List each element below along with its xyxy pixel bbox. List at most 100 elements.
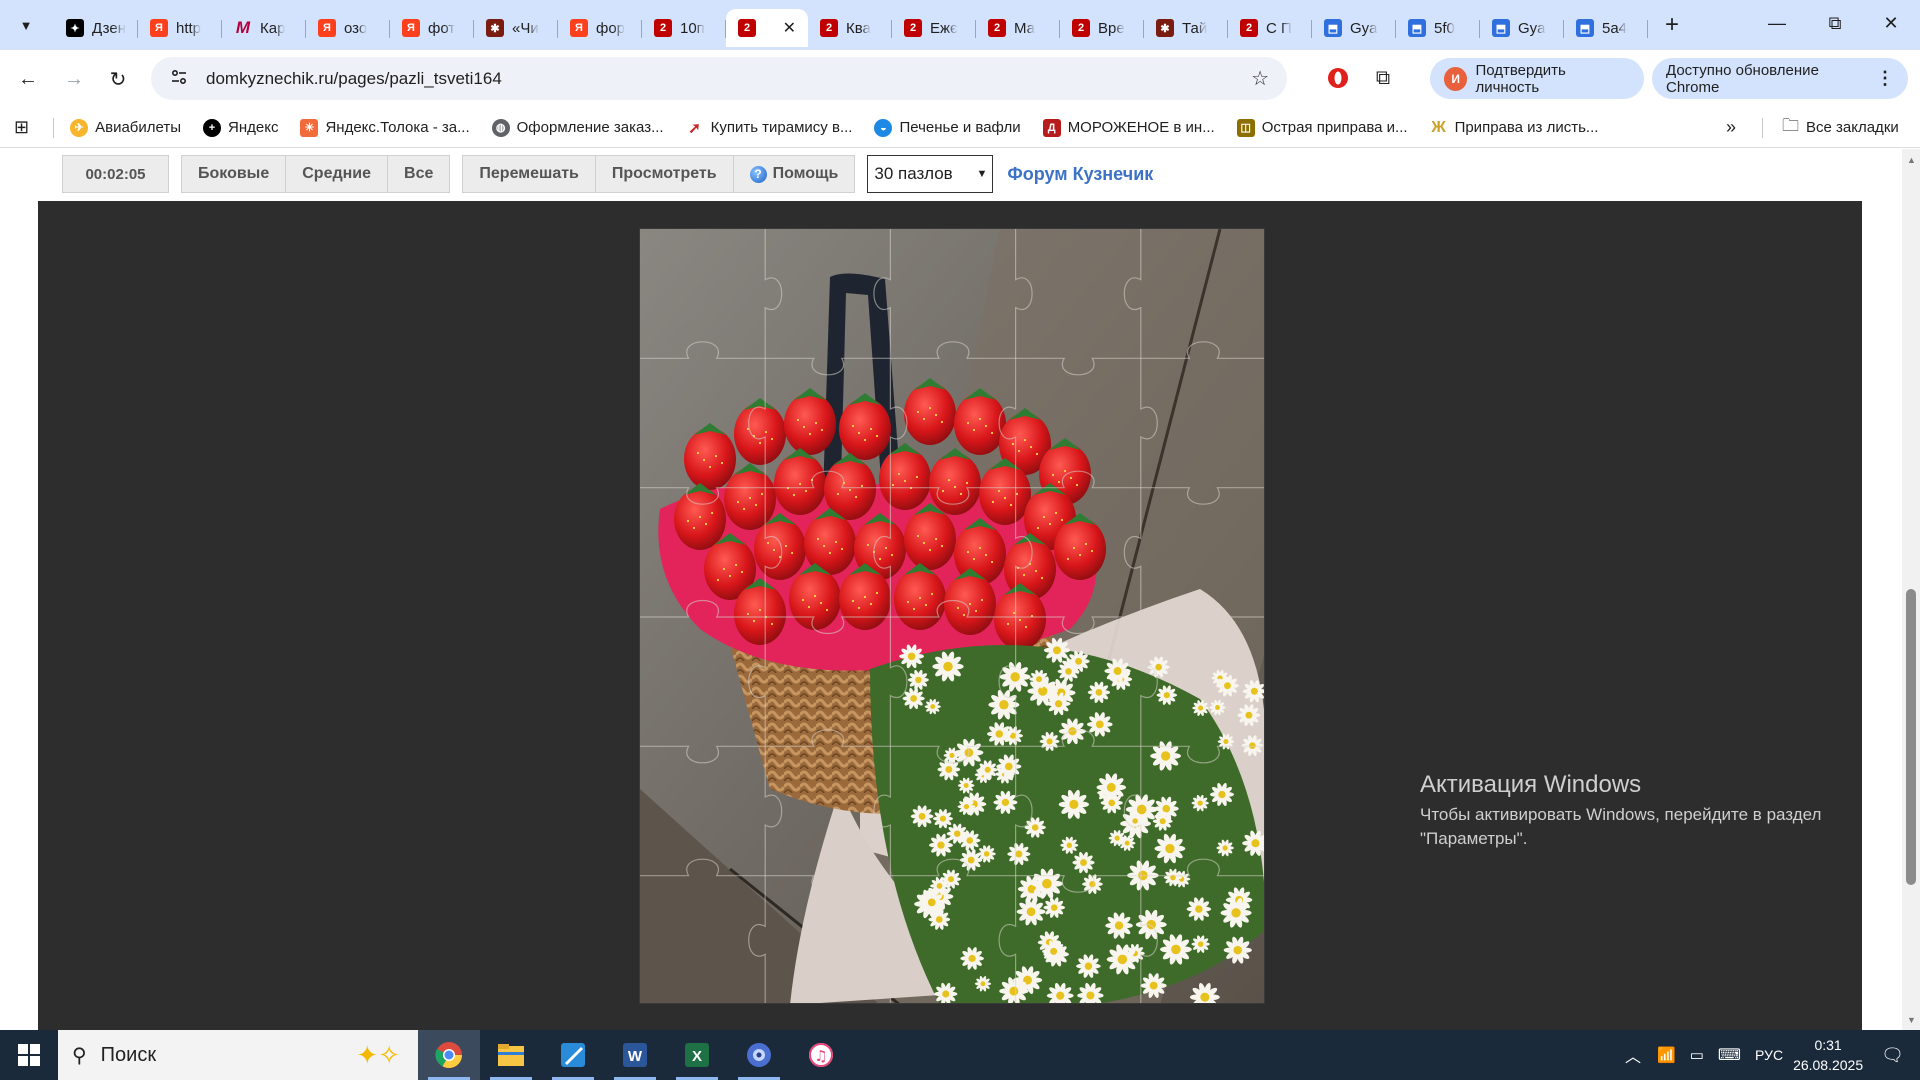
tab-title: http [176,19,202,37]
keyboard-icon[interactable]: ⌨ [1718,1045,1741,1065]
start-button[interactable] [0,1030,58,1080]
network-icon[interactable]: 📶 [1657,1046,1676,1064]
forum-link[interactable]: Форум Кузнечик [1007,164,1153,185]
kebab-menu-icon[interactable]: ⋮ [1876,68,1894,89]
close-tab-icon[interactable]: ✕ [783,18,796,38]
arrow-right-icon: → [64,67,84,90]
tab[interactable]: ⬒ 5a4 [1564,9,1648,47]
bookmark-item[interactable]: ◍ Оформление заказ... [491,118,664,137]
tab[interactable]: ✱ «Чи [474,9,558,47]
tab-search-button[interactable]: ▼ [8,7,44,43]
tab[interactable]: ✱ Тай [1144,9,1228,47]
folder-icon: 🗀 [1782,116,1799,135]
file-explorer-taskbar-icon[interactable] [480,1030,542,1080]
site-settings-icon[interactable] [159,68,199,90]
toloka-icon: ✳ [300,118,319,137]
tab[interactable]: ⬒ 5f0 [1396,9,1480,47]
excel-taskbar-icon[interactable]: X [666,1030,728,1080]
bookmark-item[interactable]: Д МОРОЖЕНОЕ в ин... [1042,118,1215,137]
tab-active[interactable]: 2 ✕ [726,9,808,47]
help-button[interactable]: ? Помощь [733,155,856,193]
tab[interactable]: M Кар [222,9,306,47]
forward-button[interactable]: → [56,61,92,97]
doc-icon: ⬒ [1576,19,1594,37]
minimize-icon: — [1768,12,1786,33]
reload-button[interactable]: ↻ [100,61,136,97]
bookmark-item[interactable]: + Яндекс [203,118,278,137]
middle-pieces-button[interactable]: Средние [286,155,389,193]
chrome-update-button[interactable]: Доступно обновление Chrome ⋮ [1652,58,1908,99]
tab[interactable]: 2 Ма [976,9,1060,47]
profile-button[interactable]: И Подтвердить личность [1430,58,1644,99]
opera-extension-icon[interactable] [1325,65,1351,91]
address-bar[interactable]: domkyznechik.ru/pages/pazli_tsveti164 ☆ [151,57,1287,100]
svg-text:♫: ♫ [814,1047,827,1065]
site2-icon: 2 [904,19,922,37]
tab[interactable]: 2 Ежє [892,9,976,47]
bookmark-star-icon[interactable]: ☆ [1251,66,1269,91]
tab[interactable]: Я озо [306,9,390,47]
show-hidden-icons-icon[interactable]: ︿ [1625,1043,1641,1067]
chrome-taskbar-icon[interactable] [418,1030,480,1080]
all-bookmarks-button[interactable]: 🗀 Все закладки [1782,113,1899,142]
side-pieces-button[interactable]: Боковые [181,155,287,193]
tab[interactable]: ⬒ Gya [1480,9,1564,47]
language-indicator[interactable]: РУС [1755,1047,1783,1063]
piece-count-select[interactable]: 30 пазлов ▼ [867,155,994,193]
doc-icon: ⬒ [1492,19,1510,37]
media-app-taskbar-icon[interactable] [728,1030,790,1080]
tab[interactable]: 2 С П [1228,9,1312,47]
tab[interactable]: ⬒ Gya [1312,9,1396,47]
close-window-button[interactable]: ✕ [1862,0,1920,46]
sparkle-icon: ✦✧ [356,1039,400,1070]
restore-button[interactable]: ⧉ [1806,0,1864,46]
back-button[interactable]: ← [10,61,46,97]
taskbar-search-box[interactable]: ⚲ Поиск ✦✧ [58,1030,418,1080]
tab-strip: ▼ ✦ Дзен Я http M Кар Я озо Я фот ✱ «Чи … [0,0,1920,50]
bookmark-item[interactable]: ➚ Купить тирамису в... [686,119,852,137]
scrollbar-thumb[interactable] [1906,589,1916,885]
paint-taskbar-icon[interactable] [542,1030,604,1080]
tab[interactable]: 2 Ква [808,9,892,47]
tab[interactable]: ✦ Дзен [54,9,138,47]
new-tab-button[interactable]: + [1654,7,1690,43]
site2-icon: 2 [1240,19,1258,37]
preview-button[interactable]: Просмотреть [595,155,734,193]
scroll-up-icon[interactable]: ▲ [1907,155,1916,165]
battery-icon[interactable]: ▭ [1690,1046,1704,1064]
doc-icon: ⬒ [1324,19,1342,37]
puzzle-image[interactable] [639,228,1265,1004]
windows-taskbar: ⚲ Поиск ✦✧ W X ♫ ︿ 📶 ▭ ⌨ РУС 0:31 26.08.… [0,1030,1920,1080]
all-pieces-button[interactable]: Все [388,155,451,193]
tab[interactable]: 2 10п [642,9,726,47]
bookmark-item[interactable]: ◒ Печенье и вафли [874,118,1021,137]
divider [1762,118,1763,138]
tab[interactable]: Я фор [558,9,642,47]
bookmark-item[interactable]: ✈ Авиабилеты [70,118,181,137]
bookmark-label: Печенье и вафли [899,119,1021,136]
apps-grid-icon[interactable]: ⊞ [14,117,29,138]
word-taskbar-icon[interactable]: W [604,1030,666,1080]
system-tray: ︿ 📶 ▭ ⌨ РУС 0:31 26.08.2025 🗨 [1625,1030,1920,1080]
tab[interactable]: 2 Вре [1060,9,1144,47]
tab-title: Gya [1350,19,1378,37]
clock-date: 26.08.2025 [1793,1057,1864,1073]
close-icon: ✕ [1883,12,1899,33]
tab-title: 10п [680,19,705,37]
more-bookmarks-icon[interactable]: » [1726,117,1736,138]
bookmark-item[interactable]: Ж Приправа из листь... [1430,119,1598,137]
notifications-icon[interactable]: 🗨 [1881,1045,1904,1066]
tab[interactable]: Я фот [390,9,474,47]
shuffle-button[interactable]: Перемешать [462,155,596,193]
bookmark-item[interactable]: ✳ Яндекс.Толока - за... [300,118,470,137]
minimize-button[interactable]: — [1748,0,1806,46]
bookmark-item[interactable]: ◫ Острая приправа и... [1236,118,1408,137]
vertical-scrollbar[interactable]: ▲ ▼ [1902,149,1920,1030]
scroll-down-icon[interactable]: ▼ [1907,1015,1916,1025]
clock[interactable]: 0:31 26.08.2025 [1793,1035,1863,1075]
site2-icon: 2 [1072,19,1090,37]
tab[interactable]: Я http [138,9,222,47]
extensions-puzzle-icon[interactable]: ⧉ [1370,65,1396,91]
itunes-taskbar-icon[interactable]: ♫ [790,1030,852,1080]
site2-icon: 2 [654,19,672,37]
